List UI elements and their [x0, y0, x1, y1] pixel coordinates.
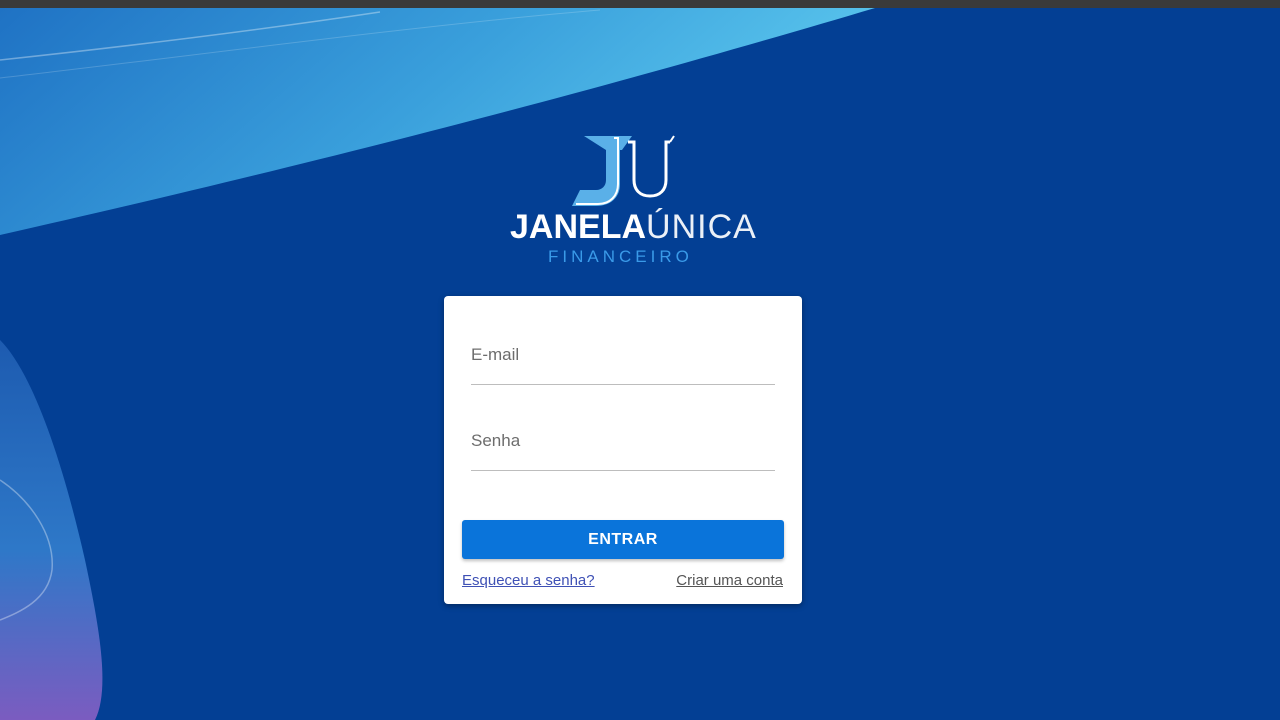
browser-top-bar	[0, 0, 1280, 8]
forgot-password-link[interactable]: Esqueceu a senha?	[462, 572, 595, 590]
password-field[interactable]	[471, 426, 775, 456]
login-page: JANELAÚNICA FINANCEIRO ENTRAR Esqueceu a…	[0, 0, 1280, 720]
create-account-link[interactable]: Criar uma conta	[676, 572, 783, 590]
ju-logo-mark-icon	[572, 135, 675, 206]
brand-title-bold: JANELA	[510, 208, 647, 246]
brand-subtitle: FINANCEIRO	[548, 247, 693, 266]
login-button[interactable]: ENTRAR	[462, 520, 784, 559]
password-field-container	[471, 420, 775, 471]
brand-title: JANELAÚNICA	[510, 208, 756, 246]
email-field[interactable]	[471, 340, 775, 370]
brand-title-thin: ÚNICA	[646, 208, 757, 246]
brand-logo: JANELAÚNICA FINANCEIRO	[500, 128, 756, 273]
login-card: ENTRAR Esqueceu a senha? Criar uma conta	[444, 296, 802, 604]
email-field-container	[471, 334, 775, 385]
